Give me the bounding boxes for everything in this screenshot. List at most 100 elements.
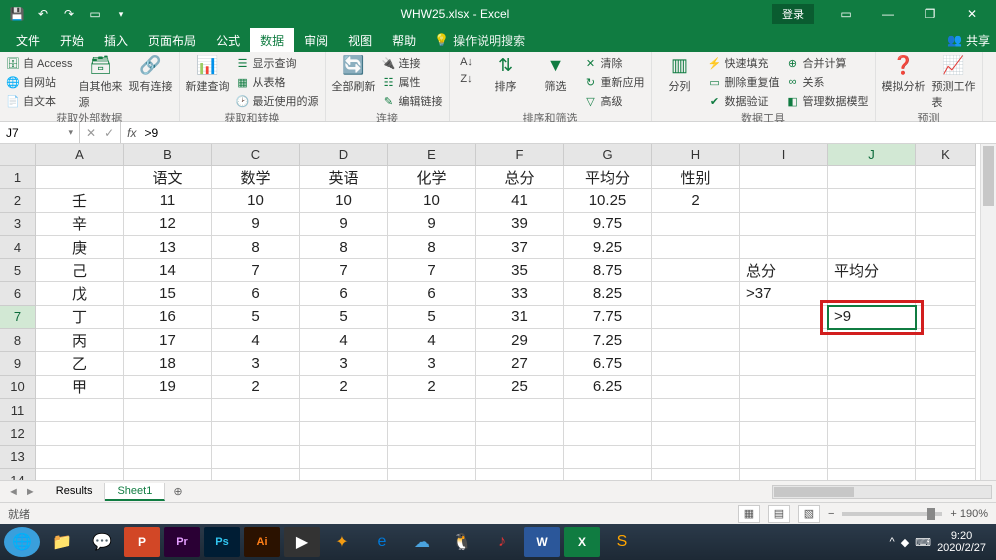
row-header-11[interactable]: 11 <box>0 399 36 422</box>
cell-G13[interactable] <box>564 446 652 469</box>
cell-H3[interactable] <box>652 213 740 236</box>
cell-F3[interactable]: 39 <box>476 213 564 236</box>
cell-A8[interactable]: 丙 <box>36 329 124 352</box>
cell-J5[interactable]: 平均分 <box>828 259 916 282</box>
show-queries-button[interactable]: ☰显示查询 <box>236 54 319 72</box>
cell-F4[interactable]: 37 <box>476 236 564 259</box>
row-header-8[interactable]: 8 <box>0 329 36 352</box>
name-box[interactable]: J7 ▾ <box>0 122 80 143</box>
cell-K5[interactable] <box>916 259 976 282</box>
tray-input-icon[interactable]: ⌨ <box>915 536 931 549</box>
close-button[interactable]: ✕ <box>952 0 992 28</box>
cell-A2[interactable]: 壬 <box>36 189 124 212</box>
cell-G7[interactable]: 7.75 <box>564 306 652 329</box>
cell-I11[interactable] <box>740 399 828 422</box>
cell-E10[interactable]: 2 <box>388 376 476 399</box>
row-header-7[interactable]: 7 <box>0 306 36 329</box>
cell-E6[interactable]: 6 <box>388 282 476 305</box>
formula-input[interactable] <box>142 126 996 140</box>
cell-A13[interactable] <box>36 446 124 469</box>
cell-J7[interactable]: >9 <box>828 306 916 329</box>
qat-dropdown-icon[interactable]: ▾ <box>110 3 132 25</box>
cell-J2[interactable] <box>828 189 916 212</box>
cell-D3[interactable]: 9 <box>300 213 388 236</box>
cell-D6[interactable]: 6 <box>300 282 388 305</box>
cell-A3[interactable]: 辛 <box>36 213 124 236</box>
cell-H2[interactable]: 2 <box>652 189 740 212</box>
taskbar-app-wechat[interactable]: 💬 <box>84 527 120 557</box>
cell-I12[interactable] <box>740 422 828 445</box>
sheet-nav-next-icon[interactable]: ► <box>25 486 36 498</box>
row-header-13[interactable]: 13 <box>0 446 36 469</box>
cell-H10[interactable] <box>652 376 740 399</box>
vertical-scrollbar[interactable] <box>980 144 996 480</box>
cell-A10[interactable]: 甲 <box>36 376 124 399</box>
col-header-I[interactable]: I <box>740 144 828 166</box>
cell-F2[interactable]: 41 <box>476 189 564 212</box>
taskbar-app-photoshop[interactable]: Ps <box>204 527 240 557</box>
col-header-A[interactable]: A <box>36 144 124 166</box>
zoom-slider[interactable] <box>842 512 942 516</box>
cell-F12[interactable] <box>476 422 564 445</box>
tray-chevron-icon[interactable]: ^ <box>890 536 895 548</box>
tab-帮助[interactable]: 帮助 <box>382 28 426 53</box>
cell-I4[interactable] <box>740 236 828 259</box>
cell-J14[interactable] <box>828 469 916 480</box>
worksheet-grid[interactable]: ABCDEFGHIJK1语文数学英语化学总分平均分性别2壬11101010411… <box>0 144 996 480</box>
cell-J9[interactable] <box>828 352 916 375</box>
cell-J11[interactable] <box>828 399 916 422</box>
taskbar-app-cloud[interactable]: ☁ <box>404 527 440 557</box>
cell-I8[interactable] <box>740 329 828 352</box>
cell-H12[interactable] <box>652 422 740 445</box>
cell-H4[interactable] <box>652 236 740 259</box>
cell-G6[interactable]: 8.25 <box>564 282 652 305</box>
cell-G12[interactable] <box>564 422 652 445</box>
cell-K10[interactable] <box>916 376 976 399</box>
cell-F13[interactable] <box>476 446 564 469</box>
cell-J4[interactable] <box>828 236 916 259</box>
sort-asc-button[interactable]: A↓ <box>456 54 478 70</box>
tab-公式[interactable]: 公式 <box>206 28 250 53</box>
fx-icon[interactable]: fx <box>121 126 142 140</box>
cell-C14[interactable] <box>212 469 300 480</box>
refresh-all-button[interactable]: 🔄全部刷新 <box>332 54 376 94</box>
cell-I9[interactable] <box>740 352 828 375</box>
consolidate-button[interactable]: ⊕合并计算 <box>786 54 869 72</box>
cell-F9[interactable]: 27 <box>476 352 564 375</box>
ribbon-options-icon[interactable]: ▭ <box>826 0 866 28</box>
cell-J3[interactable] <box>828 213 916 236</box>
col-header-J[interactable]: J <box>828 144 916 166</box>
cell-A4[interactable]: 庚 <box>36 236 124 259</box>
cell-G10[interactable]: 6.25 <box>564 376 652 399</box>
col-header-E[interactable]: E <box>388 144 476 166</box>
col-header-F[interactable]: F <box>476 144 564 166</box>
cell-D8[interactable]: 4 <box>300 329 388 352</box>
cell-H9[interactable] <box>652 352 740 375</box>
cell-I1[interactable] <box>740 166 828 189</box>
col-header-B[interactable]: B <box>124 144 212 166</box>
cell-K9[interactable] <box>916 352 976 375</box>
cell-J1[interactable] <box>828 166 916 189</box>
col-header-C[interactable]: C <box>212 144 300 166</box>
cancel-formula-icon[interactable]: ✕ <box>86 126 96 140</box>
cell-C12[interactable] <box>212 422 300 445</box>
cell-D14[interactable] <box>300 469 388 480</box>
add-sheet-button[interactable]: ⊕ <box>165 485 190 498</box>
cell-C1[interactable]: 数学 <box>212 166 300 189</box>
cell-C2[interactable]: 10 <box>212 189 300 212</box>
save-icon[interactable]: 💾 <box>6 3 28 25</box>
cell-K6[interactable] <box>916 282 976 305</box>
cell-I3[interactable] <box>740 213 828 236</box>
cell-A7[interactable]: 丁 <box>36 306 124 329</box>
flash-fill-button[interactable]: ⚡快速填充 <box>708 54 780 72</box>
tab-审阅[interactable]: 审阅 <box>294 28 338 53</box>
cell-I5[interactable]: 总分 <box>740 259 828 282</box>
group-button[interactable]: ⊞组合 <box>989 54 996 94</box>
undo-icon[interactable]: ↶ <box>32 3 54 25</box>
cell-E9[interactable]: 3 <box>388 352 476 375</box>
cell-I7[interactable] <box>740 306 828 329</box>
tab-插入[interactable]: 插入 <box>94 28 138 53</box>
cell-G11[interactable] <box>564 399 652 422</box>
tab-开始[interactable]: 开始 <box>50 28 94 53</box>
maximize-button[interactable]: ❐ <box>910 0 950 28</box>
